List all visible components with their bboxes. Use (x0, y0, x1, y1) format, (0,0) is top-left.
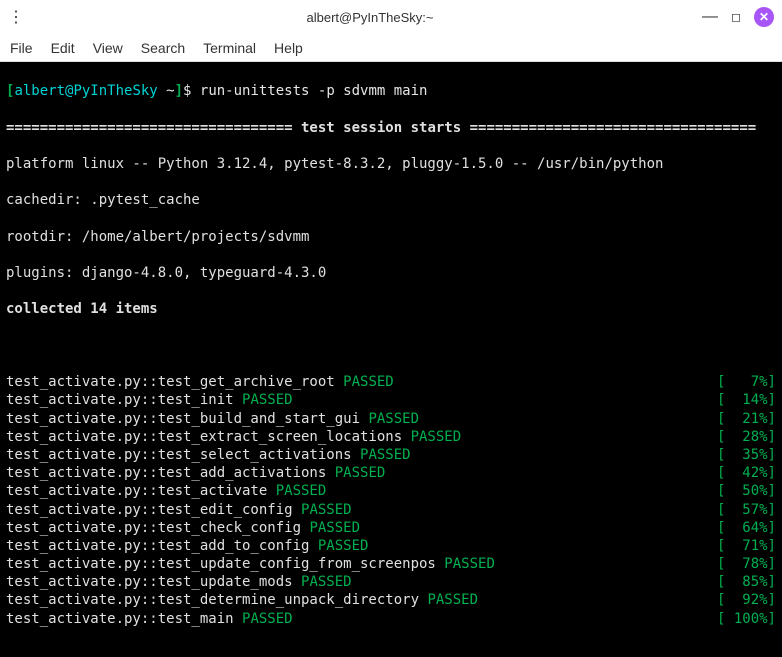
test-status: PASSED (276, 482, 327, 500)
test-result-row: test_activate.py::test_main PASSED [ 100%… (6, 610, 776, 628)
minimize-icon[interactable]: ― (702, 9, 718, 25)
plugins-line: plugins: django-4.8.0, typeguard-4.3.0 (6, 264, 776, 282)
test-percent: [ 100%] (717, 610, 776, 628)
test-result-row: test_activate.py::test_check_config PASS… (6, 519, 776, 537)
test-percent: [ 85%] (717, 573, 776, 591)
prompt-path: ~ (158, 83, 175, 99)
menu-search[interactable]: Search (141, 40, 185, 56)
rootdir-line: rootdir: /home/albert/projects/sdvmm (6, 228, 776, 246)
test-percent: [ 35%] (717, 446, 776, 464)
menu-view[interactable]: View (93, 40, 123, 56)
test-name: test_activate.py::test_activate (6, 482, 276, 500)
window-title: albert@PyInTheSky:~ (38, 10, 702, 25)
test-name: test_activate.py::test_get_archive_root (6, 373, 343, 391)
test-status: PASSED (301, 501, 352, 519)
test-percent: [ 7%] (717, 373, 776, 391)
test-percent: [ 42%] (717, 464, 776, 482)
test-status: PASSED (427, 591, 478, 609)
session-header-right: ================================== (470, 120, 757, 136)
test-status: PASSED (360, 446, 411, 464)
test-percent: [ 28%] (717, 428, 776, 446)
test-status: PASSED (318, 537, 369, 555)
test-status: PASSED (343, 373, 394, 391)
test-result-row: test_activate.py::test_determine_unpack_… (6, 591, 776, 609)
test-name: test_activate.py::test_check_config (6, 519, 309, 537)
test-result-row: test_activate.py::test_get_archive_root … (6, 373, 776, 391)
test-result-row: test_activate.py::test_extract_screen_lo… (6, 428, 776, 446)
test-result-row: test_activate.py::test_add_activations P… (6, 464, 776, 482)
session-header-text: test session starts (293, 120, 470, 136)
test-name: test_activate.py::test_update_mods (6, 573, 301, 591)
test-name: test_activate.py::test_select_activation… (6, 446, 360, 464)
session-header-left: ================================== (6, 120, 293, 136)
test-status: PASSED (368, 410, 419, 428)
close-icon[interactable]: ✕ (754, 7, 774, 27)
test-result-row: test_activate.py::test_select_activation… (6, 446, 776, 464)
menubar: File Edit View Search Terminal Help (0, 34, 782, 62)
cachedir-line: cachedir: .pytest_cache (6, 191, 776, 209)
menu-help[interactable]: Help (274, 40, 303, 56)
test-result-row: test_activate.py::test_init PASSED [ 14%] (6, 391, 776, 409)
test-name: test_activate.py::test_add_to_config (6, 537, 318, 555)
command-text: run-unittests -p sdvmm main (200, 83, 428, 99)
test-name: test_activate.py::test_add_activations (6, 464, 335, 482)
menu-terminal[interactable]: Terminal (203, 40, 256, 56)
maximize-icon[interactable]: ◻ (728, 9, 744, 25)
test-name: test_activate.py::test_extract_screen_lo… (6, 428, 411, 446)
test-name: test_activate.py::test_build_and_start_g… (6, 410, 368, 428)
test-result-row: test_activate.py::test_edit_config PASSE… (6, 501, 776, 519)
test-status: PASSED (444, 555, 495, 573)
test-percent: [ 64%] (717, 519, 776, 537)
app-menu-icon[interactable]: ⋮ (8, 9, 24, 25)
prompt-userhost: albert@PyInTheSky (14, 83, 157, 99)
platform-line: platform linux -- Python 3.12.4, pytest-… (6, 155, 776, 173)
test-percent: [ 21%] (717, 410, 776, 428)
terminal-output[interactable]: [albert@PyInTheSky ~]$ run-unittests -p … (0, 62, 782, 657)
test-percent: [ 78%] (717, 555, 776, 573)
test-percent: [ 92%] (717, 591, 776, 609)
test-result-row: test_activate.py::test_update_mods PASSE… (6, 573, 776, 591)
test-status: PASSED (335, 464, 386, 482)
test-name: test_activate.py::test_init (6, 391, 242, 409)
test-result-row: test_activate.py::test_build_and_start_g… (6, 410, 776, 428)
test-name: test_activate.py::test_update_config_fro… (6, 555, 444, 573)
test-result-row: test_activate.py::test_activate PASSED [ … (6, 482, 776, 500)
prompt-dollar: $ (183, 83, 200, 99)
prompt-bracket: ] (175, 83, 183, 99)
test-status: PASSED (301, 573, 352, 591)
test-status: PASSED (411, 428, 462, 446)
test-percent: [ 14%] (717, 391, 776, 409)
test-result-row: test_activate.py::test_update_config_fro… (6, 555, 776, 573)
test-result-row: test_activate.py::test_add_to_config PAS… (6, 537, 776, 555)
test-status: PASSED (242, 391, 293, 409)
window-titlebar: ⋮ albert@PyInTheSky:~ ― ◻ ✕ (0, 0, 782, 34)
test-percent: [ 57%] (717, 501, 776, 519)
test-name: test_activate.py::test_determine_unpack_… (6, 591, 427, 609)
test-status: PASSED (309, 519, 360, 537)
test-percent: [ 50%] (717, 482, 776, 500)
menu-file[interactable]: File (10, 40, 33, 56)
test-name: test_activate.py::test_edit_config (6, 501, 301, 519)
test-percent: [ 71%] (717, 537, 776, 555)
test-name: test_activate.py::test_main (6, 610, 242, 628)
menu-edit[interactable]: Edit (51, 40, 75, 56)
collected-line: collected 14 items (6, 300, 776, 318)
test-status: PASSED (242, 610, 293, 628)
